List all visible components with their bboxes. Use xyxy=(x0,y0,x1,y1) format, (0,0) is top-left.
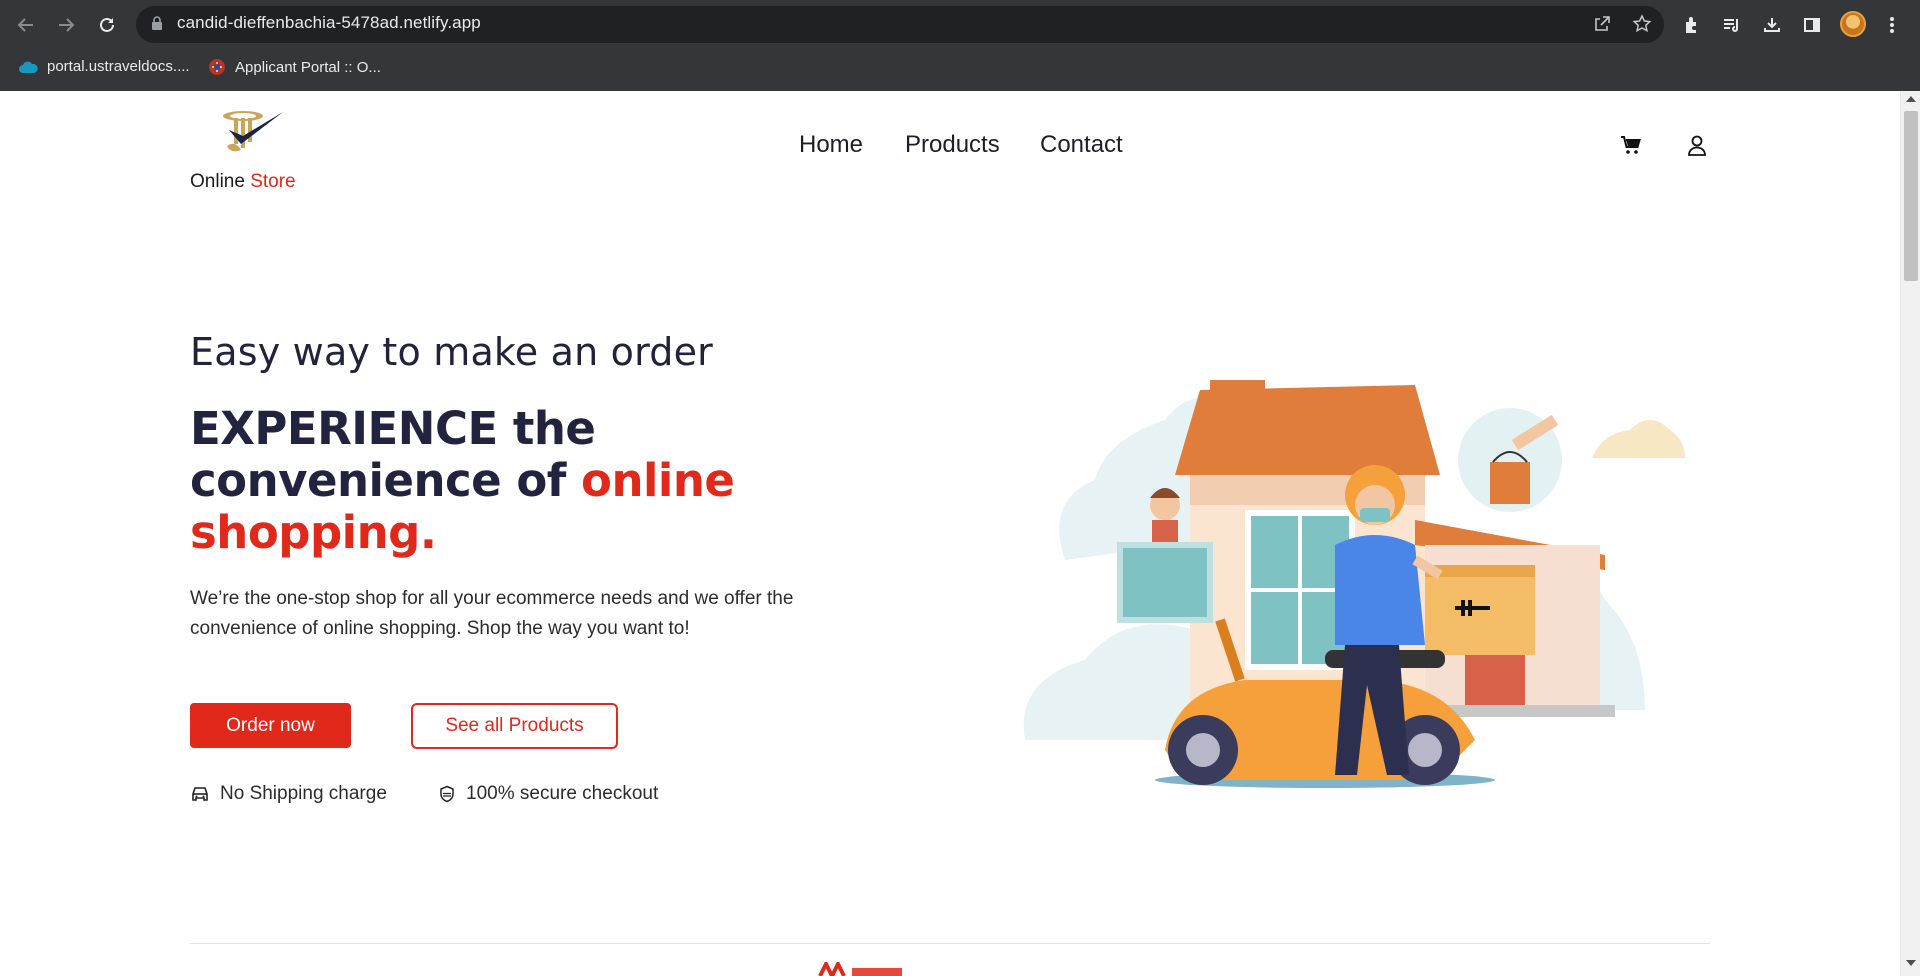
hero-headline: EXPERIENCE the convenience of online sho… xyxy=(190,403,830,559)
bookmarks-bar: portal.ustraveldocs.... Applicant Portal… xyxy=(0,50,1920,86)
bookmark-label: portal.ustraveldocs.... xyxy=(47,58,190,75)
headline-main-text: EXPERIENCE the convenience of xyxy=(190,402,596,507)
user-icon[interactable] xyxy=(1682,130,1712,160)
hero-delivery-illustration xyxy=(1015,350,1715,800)
feature-no-shipping: No Shipping charge xyxy=(190,783,387,805)
reload-button[interactable] xyxy=(93,11,121,39)
nav-link-home[interactable]: Home xyxy=(799,131,863,159)
feature-label: 100% secure checkout xyxy=(466,783,659,804)
page-scrollbar[interactable] xyxy=(1900,91,1920,976)
feature-secure-checkout: 100% secure checkout xyxy=(438,783,658,805)
see-all-products-button[interactable]: See all Products xyxy=(411,703,618,749)
salesforce-cloud-icon xyxy=(19,61,38,73)
share-icon[interactable] xyxy=(1590,12,1614,36)
lock-icon xyxy=(150,15,164,36)
back-button[interactable] xyxy=(12,11,40,39)
car-icon xyxy=(192,787,208,801)
media-queue-icon[interactable] xyxy=(1718,11,1746,39)
scroll-up-arrow-icon[interactable] xyxy=(1906,96,1916,102)
logo-text-main: Online xyxy=(190,171,251,192)
arrow-left-icon xyxy=(17,18,33,32)
forward-button[interactable] xyxy=(52,11,80,39)
cart-icon[interactable] xyxy=(1616,130,1646,160)
extensions-icon[interactable] xyxy=(1678,11,1706,39)
order-now-button[interactable]: Order now xyxy=(190,703,351,748)
section-divider xyxy=(190,943,1710,944)
logo-text-accent: Store xyxy=(250,171,296,192)
nav-link-contact[interactable]: Contact xyxy=(1040,131,1123,159)
hero-eyebrow: Easy way to make an order xyxy=(190,330,714,374)
kebab-menu-icon[interactable] xyxy=(1878,11,1906,39)
arrow-right-icon xyxy=(59,18,75,32)
shield-check-icon xyxy=(440,785,454,803)
portal-seal-icon xyxy=(209,59,225,75)
download-icon[interactable] xyxy=(1758,11,1786,39)
next-section-heading-peek xyxy=(818,962,908,976)
profile-avatar[interactable] xyxy=(1840,11,1866,37)
side-panel-icon[interactable] xyxy=(1798,11,1826,39)
url-text[interactable]: candid-dieffenbachia-5478ad.netlify.app xyxy=(177,13,481,33)
star-icon[interactable] xyxy=(1630,12,1654,36)
bookmark-item[interactable]: portal.ustraveldocs.... xyxy=(18,58,190,75)
scroll-down-arrow-icon[interactable] xyxy=(1906,960,1916,966)
hero-description: We’re the one-stop shop for all your eco… xyxy=(190,588,794,639)
scrollbar-thumb[interactable] xyxy=(1904,111,1918,281)
nav-link-products[interactable]: Products xyxy=(905,131,1000,159)
reload-icon xyxy=(100,17,114,32)
bookmark-item[interactable]: Applicant Portal :: O... xyxy=(208,58,381,76)
store-logo-icon[interactable] xyxy=(215,102,287,174)
browser-toolbar: candid-dieffenbachia-5478ad.netlify.app xyxy=(0,0,1920,48)
feature-label: No Shipping charge xyxy=(220,783,387,804)
browser-chrome: candid-dieffenbachia-5478ad.netlify.app … xyxy=(0,0,1920,91)
bookmark-label: Applicant Portal :: O... xyxy=(235,58,381,76)
store-logo-text[interactable]: Online Store xyxy=(190,171,296,193)
